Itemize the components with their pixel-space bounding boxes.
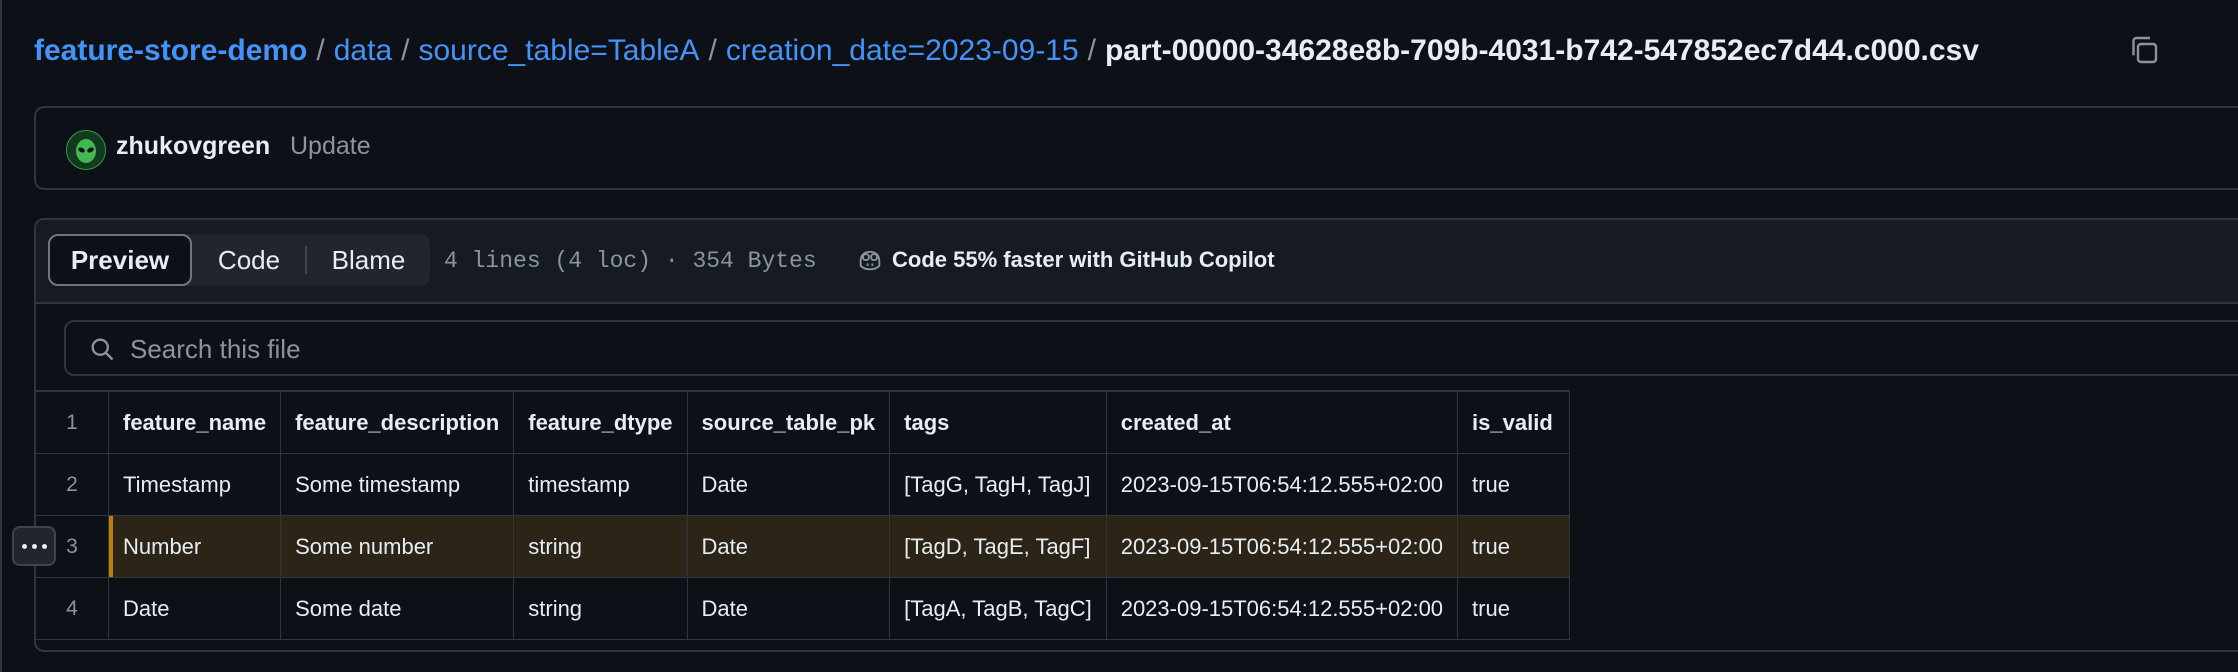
file-header: Preview Code Blame 4 lines (4 loc) · 354… <box>36 220 2238 304</box>
left-border <box>0 0 2 672</box>
breadcrumb-separator: / <box>316 34 325 67</box>
search-box <box>64 320 2238 376</box>
file-viewer: Preview Code Blame 4 lines (4 loc) · 354… <box>34 218 2238 652</box>
table-cell: [TagG, TagH, TagJ] <box>889 453 1107 516</box>
tab-code[interactable]: Code <box>194 234 304 286</box>
table-header-cell: feature_description <box>280 390 515 454</box>
table-cell: string <box>513 515 688 578</box>
table-row: 4 Date Some date string Date [TagA, TagB… <box>36 577 1571 640</box>
table-cell: string <box>513 577 688 640</box>
breadcrumb: feature-store-demo / data / source_table… <box>34 30 1979 72</box>
table-cell: Date <box>107 577 282 640</box>
latest-commit-bar: zhukovgreen Update <box>34 106 2238 190</box>
table-header-cell: feature_name <box>107 390 282 454</box>
table-row: 2 Timestamp Some timestamp timestamp Dat… <box>36 453 1571 516</box>
copilot-icon <box>859 250 881 271</box>
breadcrumb-separator: / <box>401 34 410 67</box>
breadcrumb-separator: / <box>708 34 717 67</box>
csv-table: 1 feature_name feature_description featu… <box>36 390 1571 640</box>
breadcrumb-file-name: part-00000-34628e8b-709b-4031-b742-54785… <box>1104 34 1979 67</box>
table-cell: Some date <box>280 577 515 640</box>
table-cell: true <box>1457 515 1571 578</box>
table-row-highlighted: 3 Number Some number string Date [TagD, … <box>36 515 1571 578</box>
breadcrumb-separator: / <box>1087 34 1096 67</box>
kebab-menu-icon-dot <box>31 543 37 549</box>
file-meta: 4 lines (4 loc) · 354 Bytes <box>444 248 817 274</box>
table-cell: true <box>1457 453 1571 516</box>
author-avatar[interactable] <box>66 130 106 170</box>
copilot-promo-text: Code 55% faster with GitHub Copilot <box>892 247 1275 272</box>
copilot-promo-link[interactable]: Code 55% faster with GitHub Copilot <box>856 246 1275 274</box>
table-header-cell: source_table_pk <box>686 390 891 454</box>
search-input[interactable] <box>128 332 1632 366</box>
table-cell: Timestamp <box>107 453 282 516</box>
kebab-menu-icon-dot <box>41 543 47 549</box>
copy-icon <box>2132 36 2158 64</box>
table-cell: 2023-09-15T06:54:12.555+02:00 <box>1105 577 1459 640</box>
table-cell: Date <box>686 577 891 640</box>
line-number[interactable]: 1 <box>36 390 109 454</box>
table-cell: true <box>1457 577 1571 640</box>
line-number[interactable]: 2 <box>36 453 109 516</box>
table-cell: Some number <box>280 515 515 578</box>
table-cell: timestamp <box>513 453 688 516</box>
table-row: 1 feature_name feature_description featu… <box>36 390 1571 454</box>
table-cell: Date <box>686 515 891 578</box>
table-header-cell: tags <box>889 390 1107 454</box>
table-header-cell: created_at <box>1105 390 1459 454</box>
table-cell: Number <box>107 515 282 578</box>
table-cell: [TagA, TagB, TagC] <box>889 577 1107 640</box>
table-cell: Date <box>686 453 891 516</box>
table-header-cell: is_valid <box>1457 390 1571 454</box>
search-area <box>36 304 2238 390</box>
kebab-menu-icon-dot <box>21 543 27 549</box>
table-cell: 2023-09-15T06:54:12.555+02:00 <box>1105 515 1459 578</box>
breadcrumb-data-link[interactable]: data <box>334 34 392 68</box>
alien-avatar <box>67 131 105 169</box>
commit-message[interactable]: Update <box>290 132 371 161</box>
copy-path-button[interactable] <box>2126 32 2162 68</box>
table-cell: 2023-09-15T06:54:12.555+02:00 <box>1105 453 1459 516</box>
breadcrumb-repo-link[interactable]: feature-store-demo <box>34 34 307 68</box>
tab-preview[interactable]: Preview <box>48 234 192 286</box>
line-options-button[interactable] <box>12 526 56 566</box>
table-header-cell: feature_dtype <box>513 390 688 454</box>
search-icon <box>91 338 114 361</box>
table-cell: Some timestamp <box>280 453 515 516</box>
table-cell: [TagD, TagE, TagF] <box>889 515 1107 578</box>
breadcrumb-source-table-link[interactable]: source_table=TableA <box>418 34 699 68</box>
breadcrumb-creation-date-link[interactable]: creation_date=2023-09-15 <box>726 34 1079 68</box>
commit-author[interactable]: zhukovgreen <box>116 132 270 161</box>
view-mode-toggle: Preview Code Blame <box>48 234 430 286</box>
line-number[interactable]: 4 <box>36 577 109 640</box>
tab-blame[interactable]: Blame <box>307 234 430 286</box>
